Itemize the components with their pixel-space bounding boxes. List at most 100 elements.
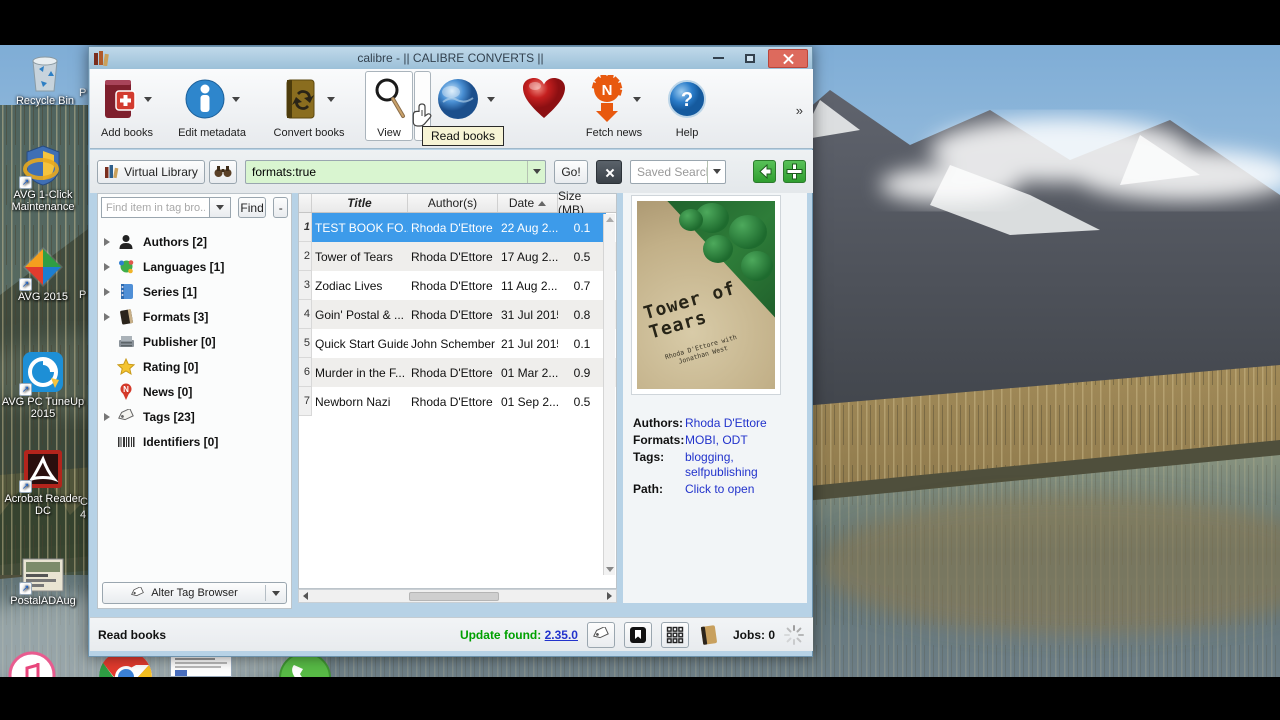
author-link[interactable]: Rhoda D'Ettore	[685, 416, 767, 430]
minimize-button[interactable]	[704, 50, 732, 66]
tree-item-publisher[interactable]: Publisher [0]	[98, 329, 291, 354]
jobs-label[interactable]: Jobs: 0	[733, 628, 775, 642]
tree-item-formats[interactable]: Formats [3]	[98, 304, 291, 329]
tree-item-languages[interactable]: Languages [1]	[98, 254, 291, 279]
main-area: Find - Authors [2]	[90, 189, 813, 617]
column-header-date[interactable]: Date	[498, 194, 558, 212]
collapse-all-button[interactable]: -	[273, 197, 288, 218]
scroll-down-icon[interactable]	[606, 567, 614, 572]
tag-browser-toggle-button[interactable]	[586, 621, 615, 648]
table-row[interactable]: 6 Murder in the F... Rhoda D'Ettore 01 M…	[299, 358, 616, 387]
alter-dropdown-button[interactable]	[266, 590, 286, 596]
copy-search-to-saved-button[interactable]	[753, 160, 776, 183]
table-row[interactable]: 4 Goin' Postal & ... Rhoda D'Ettore 31 J…	[299, 300, 616, 329]
saved-searches-combo[interactable]: Saved Searches	[630, 159, 726, 184]
tree-item-authors[interactable]: Authors [2]	[98, 229, 291, 254]
update-version-link[interactable]: 2.35.0	[545, 628, 578, 642]
path-link[interactable]: Click to open	[685, 482, 754, 496]
search-box	[245, 159, 546, 184]
expand-arrow-icon[interactable]	[104, 262, 110, 271]
status-mode-label: Read books	[98, 627, 167, 642]
calibre-logo-icon	[94, 51, 109, 66]
tree-item-label: Series [1]	[143, 284, 198, 299]
virtual-library-button[interactable]: Virtual Library	[97, 159, 205, 184]
tree-item-rating[interactable]: Rating [0]	[98, 354, 291, 379]
scroll-up-icon[interactable]	[606, 217, 614, 222]
help-button[interactable]: ? Help	[654, 75, 720, 139]
tree-item-series[interactable]: Series [1]	[98, 279, 291, 304]
chevron-down-icon	[712, 169, 721, 174]
column-header-authors[interactable]: Author(s)	[408, 194, 498, 212]
table-row[interactable]: 7 Newborn Nazi Rhoda D'Ettore 01 Sep 2..…	[299, 387, 616, 416]
book-list-table: Title Author(s) Date Size (MB) 1 TEST BO…	[298, 189, 617, 589]
add-books-button[interactable]: Add books	[92, 75, 162, 139]
horizontal-scrollbar[interactable]	[298, 589, 617, 603]
desktop-icon-avg-tuneup[interactable]: ↗ AVG PC TuneUp 2015	[0, 350, 86, 420]
find-dropdown-button[interactable]	[209, 197, 231, 218]
fetch-news-button[interactable]: N Fetch news	[572, 75, 656, 139]
virtual-library-label: Virtual Library	[124, 164, 198, 179]
toolbar: Add books Edit metadata Convert books Vi…	[90, 69, 813, 149]
tree-item-news[interactable]: N News [0]	[98, 379, 291, 404]
close-button[interactable]	[768, 48, 808, 68]
desktop-icon-recycle-bin[interactable]: Recycle Bin	[2, 49, 88, 107]
dropdown-arrow-icon	[487, 96, 495, 102]
toolbar-button-label: Add books	[101, 127, 153, 139]
donate-button[interactable]	[514, 75, 574, 127]
book-icon	[700, 624, 717, 645]
table-row[interactable]: 2 Tower of Tears Rhoda D'Ettore 17 Aug 2…	[299, 242, 616, 271]
expand-arrow-icon[interactable]	[104, 237, 110, 246]
clear-search-button[interactable]	[596, 159, 622, 184]
find-button[interactable]: Find	[237, 197, 267, 218]
shortcut-arrow-icon: ↗	[19, 383, 32, 396]
status-bar: Read books Update found: 2.35.0 Jobs: 0	[90, 617, 813, 651]
expand-arrow-icon[interactable]	[104, 287, 110, 296]
calibre-window: calibre - || CALIBRE CONVERTS || Add boo…	[88, 46, 813, 657]
table-row[interactable]: 1 TEST BOOK FO... Rhoda D'Ettore 22 Aug …	[299, 213, 616, 242]
title-bar[interactable]: calibre - || CALIBRE CONVERTS ||	[89, 47, 812, 69]
alter-tag-browser-button[interactable]: Alter Tag Browser	[102, 582, 287, 604]
vertical-scrollbar[interactable]	[603, 214, 615, 575]
book-cover[interactable]: Tower of Tears Rhoda D'Ettore with Jonat…	[631, 195, 781, 395]
column-header-title[interactable]: Title	[312, 194, 408, 212]
desktop-icon-acrobat[interactable]: ↗ Acrobat Reader DC	[0, 447, 86, 517]
tag-link[interactable]: blogging,	[685, 450, 734, 464]
edit-metadata-button[interactable]: Edit metadata	[172, 75, 252, 139]
book-details-toggle-button[interactable]	[695, 622, 723, 648]
jobs-spinner-icon[interactable]	[783, 624, 805, 646]
toolbar-button-label: Fetch news	[585, 127, 643, 139]
fetch-news-icon: N	[591, 75, 623, 122]
saved-searches-dropdown-button[interactable]	[707, 160, 725, 183]
convert-books-button[interactable]: Convert books	[262, 75, 356, 139]
toolbar-overflow-button[interactable]: »	[796, 103, 803, 118]
desktop-icon-avg-2015[interactable]: ↗ AVG 2015	[0, 245, 86, 303]
save-search-button[interactable]	[783, 160, 806, 183]
desktop-icon-postaladaug[interactable]: ↗ PostalADAug	[0, 557, 86, 607]
svg-text:N: N	[123, 385, 129, 394]
scroll-left-icon[interactable]	[303, 592, 308, 600]
chevron-down-icon	[272, 590, 280, 596]
tag-link[interactable]: selfpublishing	[685, 465, 758, 479]
cover-browser-toggle-button[interactable]	[623, 621, 652, 648]
tree-item-identifiers[interactable]: Identifiers [0]	[98, 429, 291, 454]
tree-item-tags[interactable]: Tags [23]	[98, 404, 291, 429]
search-dropdown-button[interactable]	[527, 160, 545, 183]
tag-browser-panel: Find - Authors [2]	[97, 193, 292, 609]
search-highlight-button[interactable]	[209, 159, 237, 184]
scrollbar-thumb[interactable]	[409, 592, 499, 601]
view-button[interactable]: View	[367, 75, 411, 139]
maximize-button[interactable]	[736, 50, 764, 66]
table-row[interactable]: 5 Quick Start Guide John Schember 21 Jul…	[299, 329, 616, 358]
search-input[interactable]	[246, 164, 527, 179]
expand-arrow-icon[interactable]	[104, 412, 110, 421]
itunes-icon[interactable]	[8, 651, 56, 677]
expand-arrow-icon[interactable]	[104, 312, 110, 321]
scroll-right-icon[interactable]	[607, 592, 612, 600]
tag-browser-find-input[interactable]	[101, 197, 209, 218]
column-header-size[interactable]: Size (MB)	[558, 189, 606, 217]
desktop-icon-avg-1click[interactable]: ↗ AVG 1-Click Maintenance	[0, 143, 86, 213]
table-row[interactable]: 3 Zodiac Lives Rhoda D'Ettore 11 Aug 2..…	[299, 271, 616, 300]
format-links[interactable]: MOBI, ODT	[685, 433, 748, 447]
go-button[interactable]: Go!	[554, 159, 588, 184]
cover-grid-toggle-button[interactable]	[660, 621, 689, 648]
